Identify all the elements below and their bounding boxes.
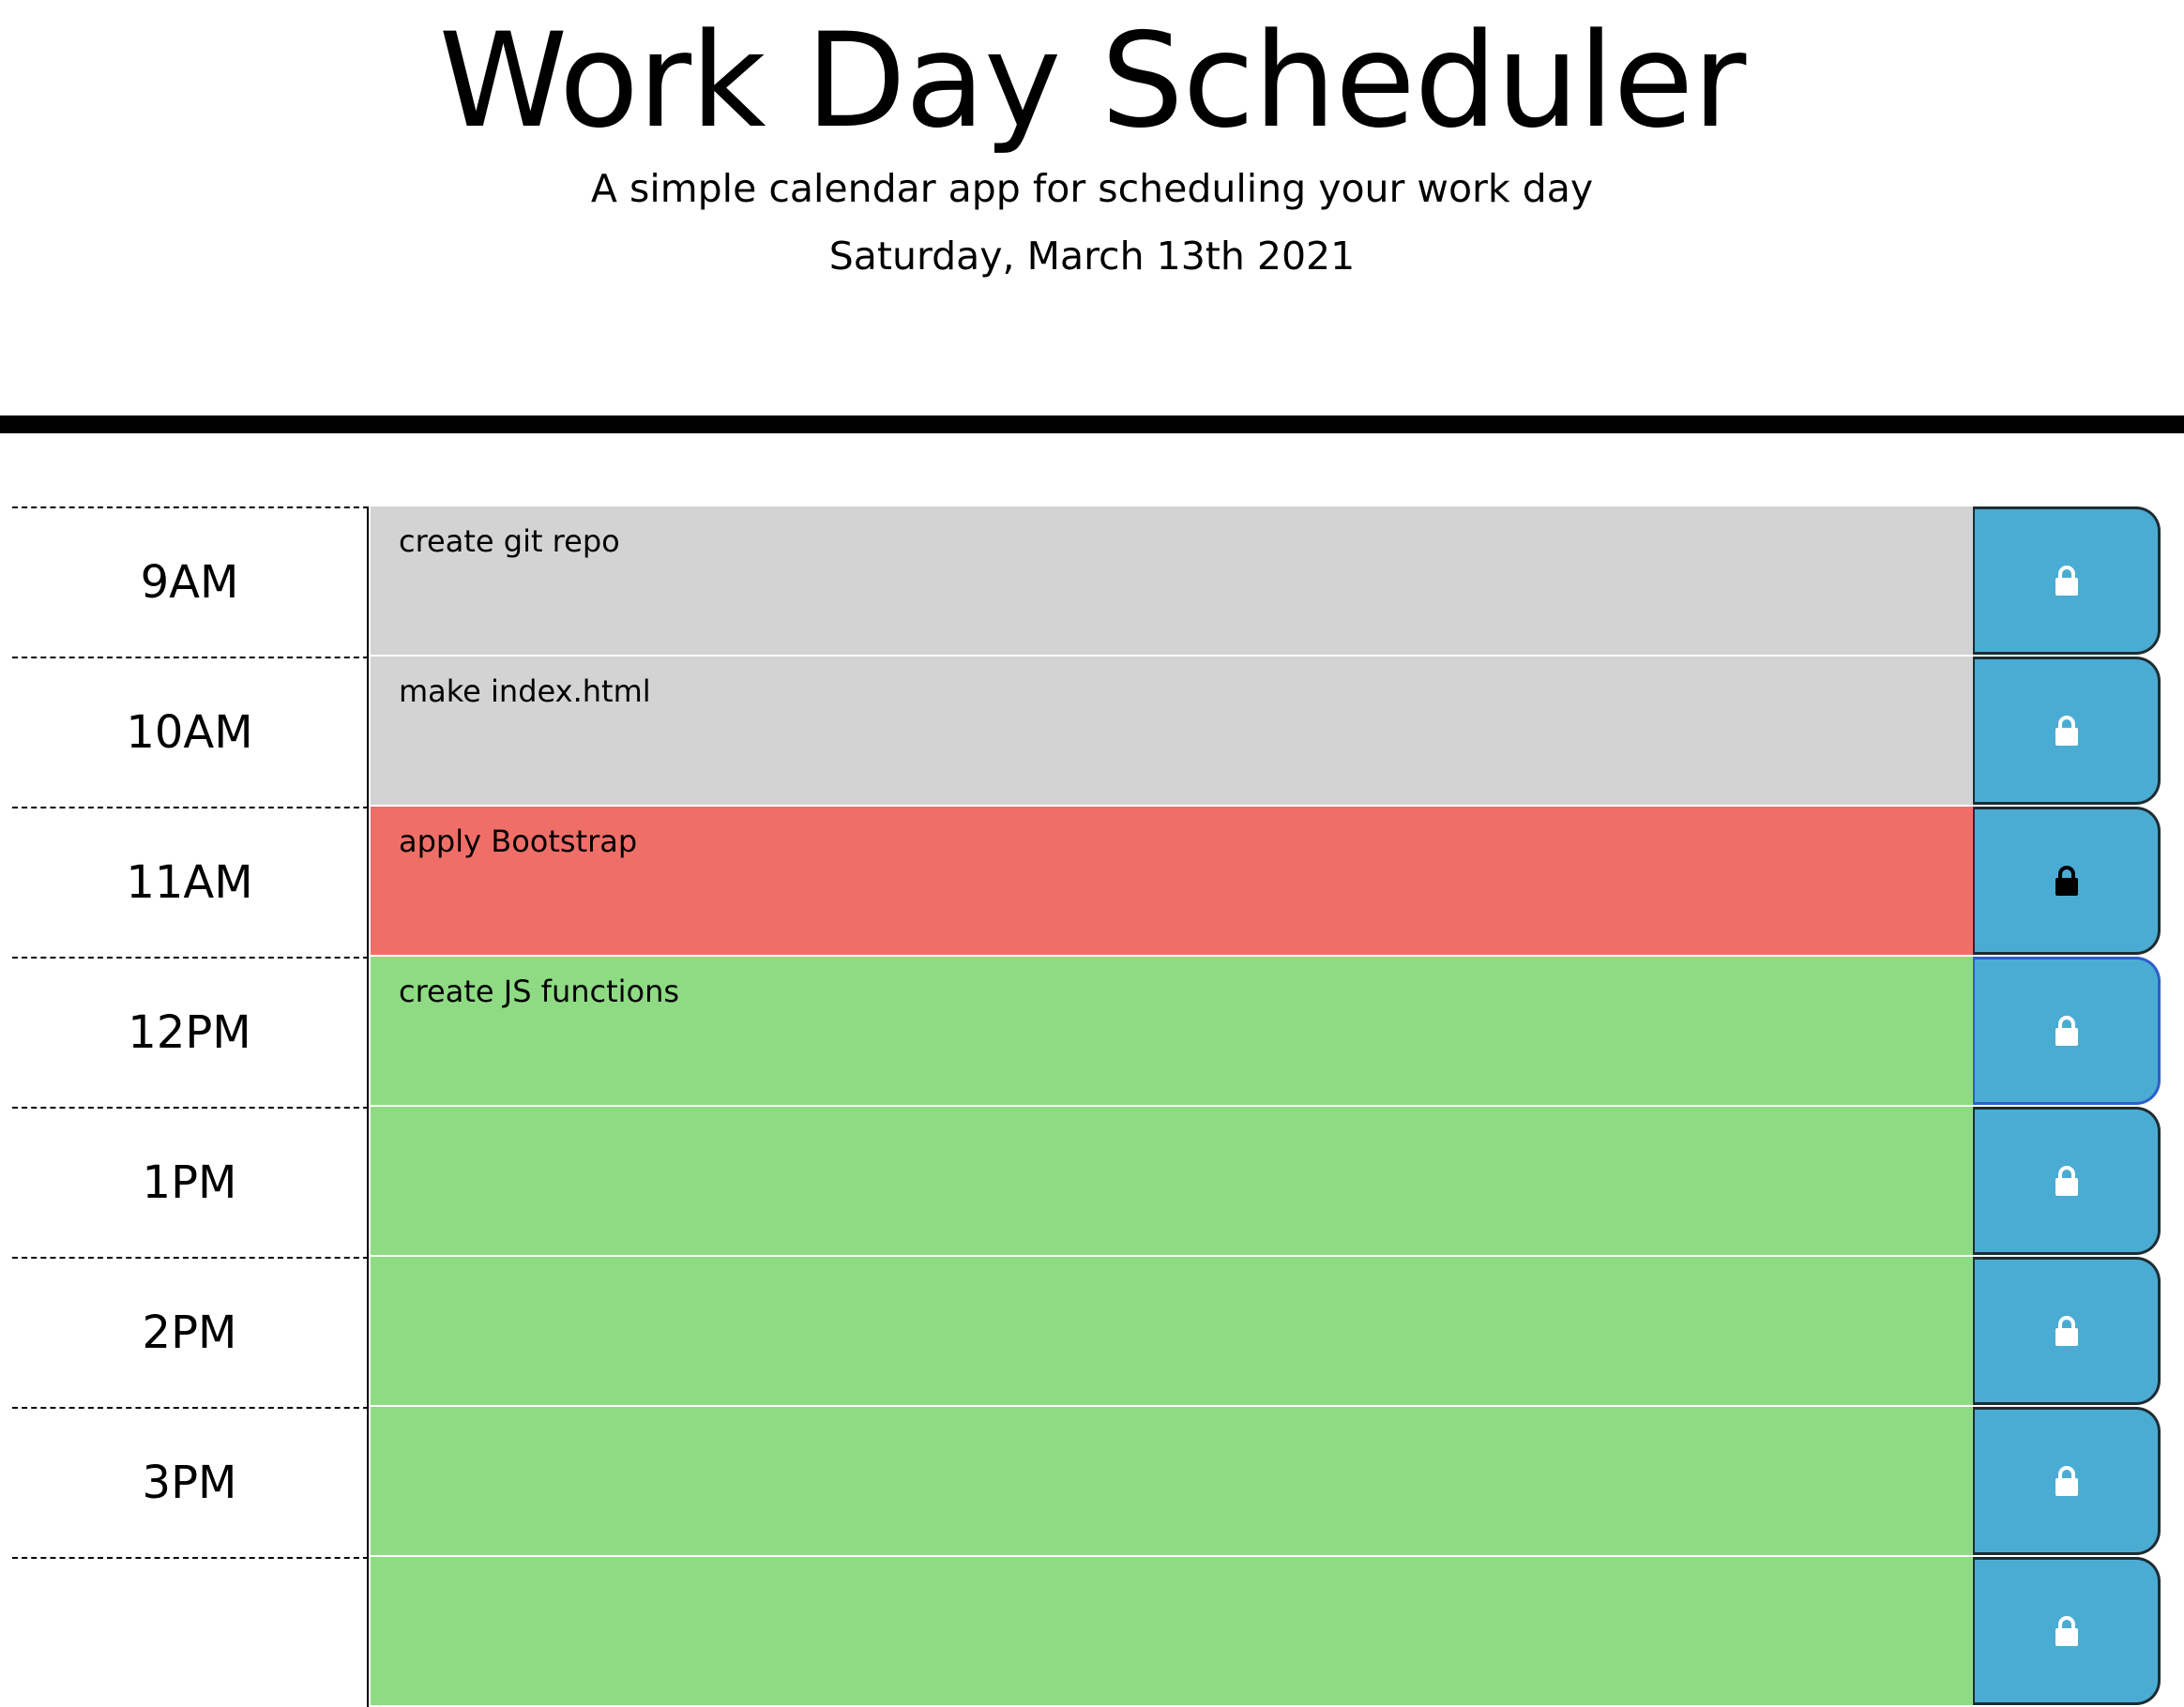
lock-icon [2055, 566, 2078, 596]
hour-label: 12PM [12, 957, 369, 1107]
schedule-container: 9AM create git repo 10AM make index.html… [0, 506, 2184, 1707]
page-subtitle: A simple calendar app for scheduling you… [590, 166, 1594, 211]
page-title: Work Day Scheduler [438, 5, 1747, 157]
event-description-input[interactable]: apply Bootstrap [371, 807, 1973, 957]
event-description-input[interactable] [371, 1407, 1973, 1557]
hour-label: 11AM [12, 807, 369, 957]
lock-icon [2055, 716, 2078, 746]
lock-icon [2055, 1016, 2078, 1046]
event-description-input[interactable]: create JS functions [371, 957, 1973, 1107]
time-block: 12PM create JS functions [12, 957, 2161, 1107]
hour-label: 2PM [12, 1257, 369, 1407]
save-button[interactable] [1973, 1407, 2161, 1555]
hour-label: 1PM [12, 1107, 369, 1257]
save-button[interactable] [1973, 807, 2161, 955]
hour-label: 10AM [12, 657, 369, 807]
time-block [12, 1557, 2161, 1707]
event-description-input[interactable] [371, 1557, 1973, 1707]
lock-icon [2055, 1316, 2078, 1346]
time-block: 1PM [12, 1107, 2161, 1257]
time-block: 3PM [12, 1407, 2161, 1557]
current-day: Saturday, March 13th 2021 [828, 234, 1356, 279]
save-button[interactable] [1973, 957, 2161, 1105]
lock-icon [2055, 866, 2078, 896]
time-block: 10AM make index.html [12, 657, 2161, 807]
hour-label: 9AM [12, 506, 369, 657]
event-description-input[interactable]: create git repo [371, 506, 1973, 657]
lock-icon [2055, 1616, 2078, 1646]
time-block: 11AM apply Bootstrap [12, 807, 2161, 957]
save-button[interactable] [1973, 1557, 2161, 1705]
event-description-input[interactable] [371, 1257, 1973, 1407]
lock-icon [2055, 1166, 2078, 1196]
event-description-input[interactable]: make index.html [371, 657, 1973, 807]
event-description-input[interactable] [371, 1107, 1973, 1257]
time-block: 2PM [12, 1257, 2161, 1407]
save-button[interactable] [1973, 1257, 2161, 1405]
save-button[interactable] [1973, 506, 2161, 655]
hour-label [12, 1557, 369, 1707]
page-header: Work Day Scheduler A simple calendar app… [0, 0, 2184, 433]
save-button[interactable] [1973, 1107, 2161, 1255]
time-block: 9AM create git repo [12, 506, 2161, 657]
hour-label: 3PM [12, 1407, 369, 1557]
save-button[interactable] [1973, 657, 2161, 805]
lock-icon [2055, 1466, 2078, 1496]
